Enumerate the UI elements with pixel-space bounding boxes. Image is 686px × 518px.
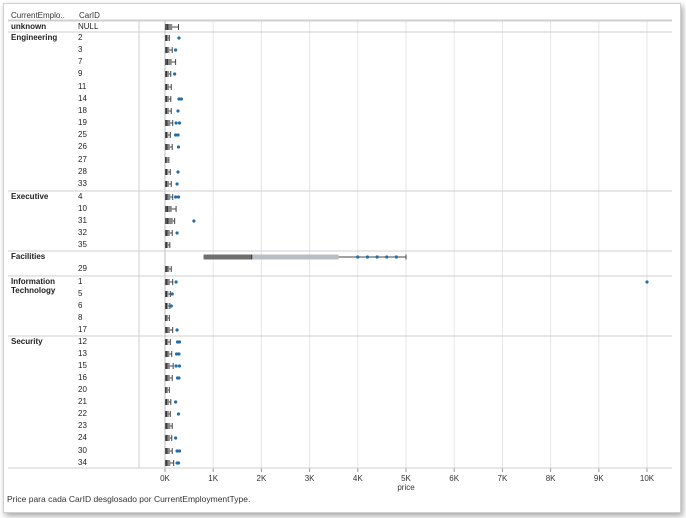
outlier-point (174, 280, 178, 284)
outlier-point (177, 340, 182, 344)
box-upper (166, 144, 170, 150)
outlier-point (175, 328, 179, 332)
outlier-point (169, 304, 173, 308)
outlier-point (173, 72, 177, 76)
outlier-point (177, 449, 182, 453)
outlier-point (365, 255, 370, 259)
outlier-point (179, 97, 183, 101)
box-upper (166, 375, 170, 381)
outlier-point (177, 376, 181, 380)
outlier-point (170, 292, 174, 296)
outlier-point (175, 182, 179, 186)
outlier-point (176, 412, 181, 416)
outlier-point (174, 121, 178, 125)
box-upper (166, 279, 170, 285)
outlier-point (174, 364, 178, 368)
outlier-point (174, 48, 178, 52)
box-upper (166, 435, 170, 441)
outlier-point (394, 255, 398, 259)
box-plot-area: 0K 1K 2K 3K 4K 5K 6K 7K 8K 9K 10K price (8, 19, 672, 492)
outlier-point (192, 219, 196, 223)
outlier-point (177, 364, 182, 368)
box-upper (166, 363, 170, 369)
outlier-point (645, 280, 649, 284)
outlier-point (177, 352, 181, 356)
outlier-point (174, 400, 178, 404)
x-tick-label: 1K (208, 474, 218, 483)
outlier-point (177, 36, 181, 40)
x-tick-label: 7K (498, 474, 508, 483)
x-tick-label: 10K (640, 474, 655, 483)
box-upper (167, 206, 172, 212)
outlier-point (176, 145, 181, 149)
outlier-point (174, 195, 178, 199)
outlier-point (176, 109, 180, 113)
outlier-point (375, 255, 379, 259)
box-upper (166, 423, 171, 429)
outlier-point (176, 195, 181, 199)
box-upper (166, 327, 170, 333)
outlier-point (356, 255, 360, 259)
x-tick-label: 0K (160, 474, 170, 483)
x-tick-label: 6K (449, 474, 459, 483)
box-upper (251, 254, 339, 260)
chart-caption: Price para cada CarID desglosado por Cur… (7, 494, 251, 504)
x-axis-label: price (397, 483, 415, 492)
outlier-point (385, 255, 389, 259)
x-tick-label: 2K (257, 474, 267, 483)
box-upper (167, 218, 173, 224)
box-lower (165, 218, 168, 224)
x-tick-label: 4K (353, 474, 363, 483)
box-upper (167, 24, 173, 30)
outlier-point (176, 133, 180, 137)
box-upper (166, 194, 171, 200)
x-tick-label: 9K (594, 474, 604, 483)
box-upper (167, 59, 172, 65)
box-lower (203, 254, 252, 260)
outlier-point (174, 436, 178, 440)
outlier-point (176, 461, 181, 465)
box-lower (165, 24, 168, 30)
outlier-point (177, 121, 182, 125)
x-tick-label: 5K (401, 474, 411, 483)
x-tick-label: 3K (305, 474, 315, 483)
x-tick-label: 8K (546, 474, 556, 483)
box-upper (166, 460, 171, 466)
outlier-point (176, 170, 180, 174)
box-upper (166, 448, 170, 454)
box-upper (166, 230, 170, 236)
outlier-point (175, 231, 179, 235)
box-upper (166, 120, 171, 126)
